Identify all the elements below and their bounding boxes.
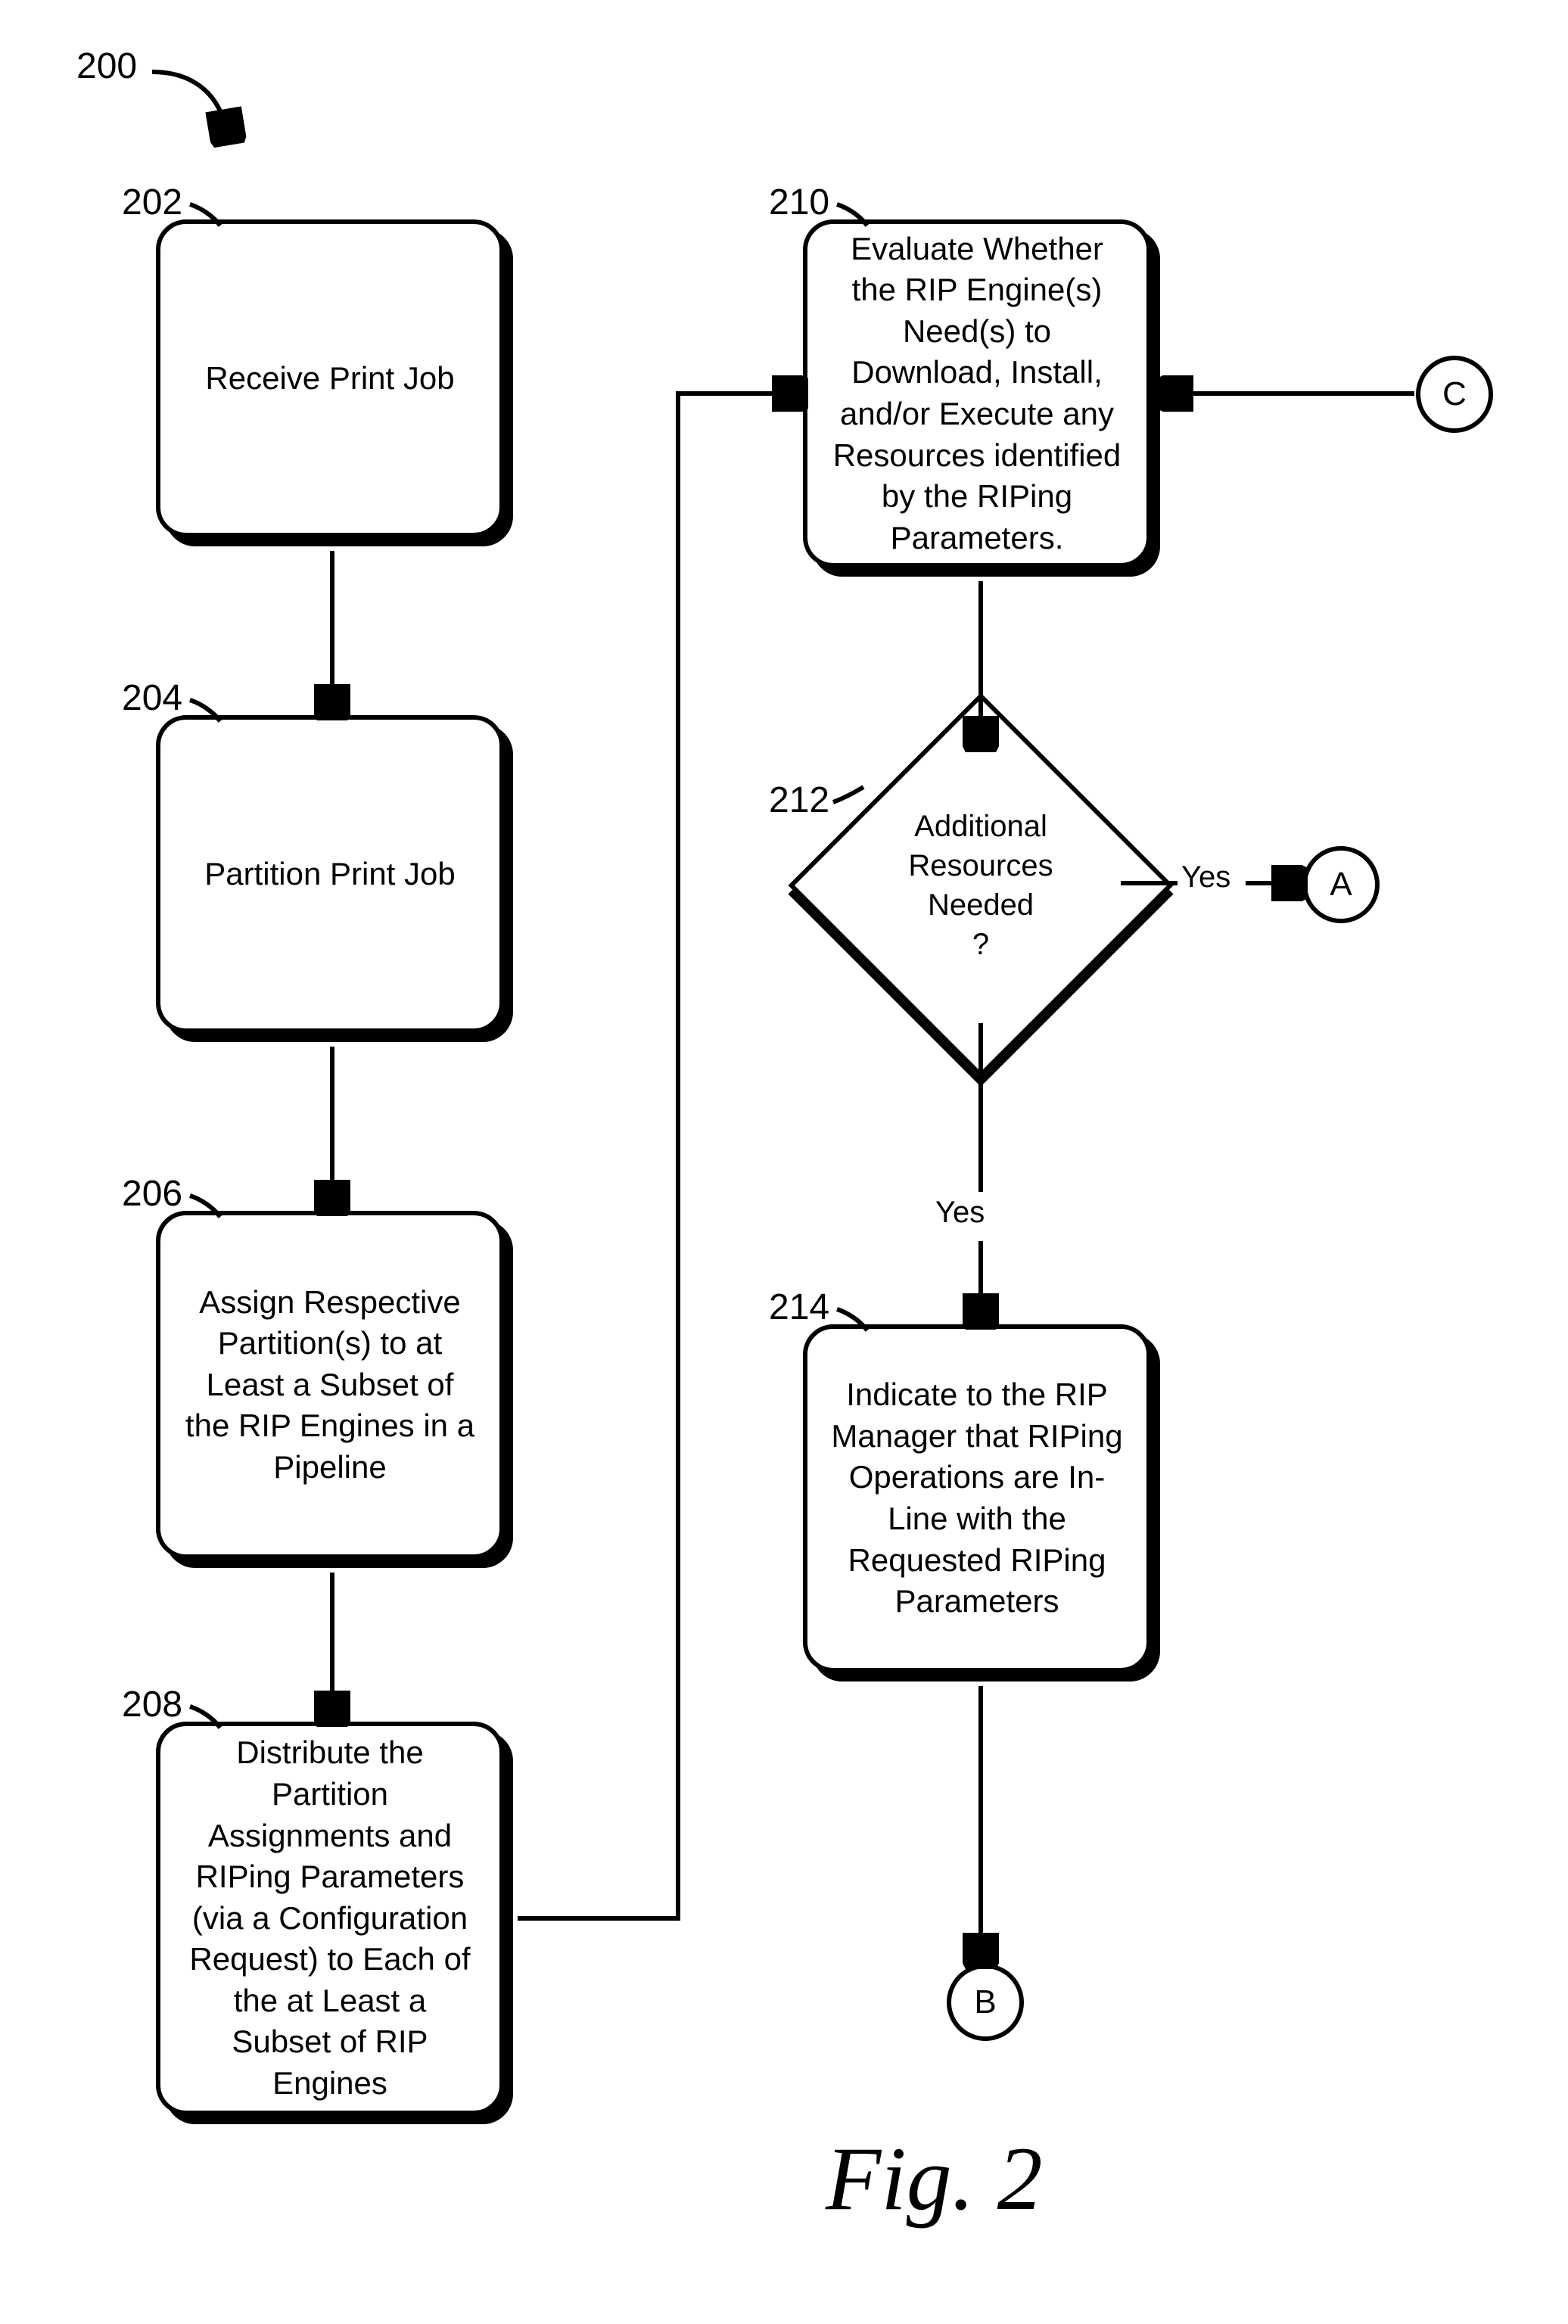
connector-label: B [974,1983,996,2021]
step-partition-print-job: Partition Print Job [156,715,504,1033]
ref-214: 214 [769,1286,829,1328]
edge-label-yes-down: Yes [935,1196,985,1230]
step-text: Partition Print Job [204,854,456,895]
connector-label: C [1442,375,1467,413]
ref-202: 202 [122,182,182,223]
flowchart-canvas: 200 202 Receive Print Job 204 Partition … [31,30,1537,2293]
ref-200: 200 [76,45,137,87]
step-assign-partitions: Assign Respective Partition(s) to at Lea… [156,1211,504,1559]
ref-206: 206 [122,1173,182,1215]
step-text: Assign Respective Partition(s) to at Lea… [182,1282,478,1489]
step-evaluate-resources: Evaluate Whether the RIP Engine(s) Need(… [803,219,1151,568]
step-indicate-rip-manager: Indicate to the RIP Manager that RIPing … [803,1324,1151,1672]
step-text: Receive Print Job [205,358,454,400]
figure-caption: Fig. 2 [826,2126,1043,2231]
ref-208: 208 [122,1684,182,1725]
connector-b: B [947,1964,1024,2041]
step-text: Distribute the Partition Assignments and… [182,1732,478,2104]
ref-204: 204 [122,677,182,719]
connector-c: C [1416,356,1493,433]
step-text: Evaluate Whether the RIP Engine(s) Need(… [829,229,1125,559]
edge-label-yes-right: Yes [1181,860,1230,894]
decision-additional-resources: Additional Resources Needed ? [845,749,1117,1022]
step-text: Indicate to the RIP Manager that RIPing … [829,1374,1125,1622]
connector-label: A [1330,866,1352,904]
ref-210: 210 [769,182,829,223]
ref-212: 212 [769,779,829,821]
connector-a: A [1302,846,1380,923]
step-receive-print-job: Receive Print Job [156,219,504,537]
step-distribute-assignments: Distribute the Partition Assignments and… [156,1722,504,2115]
decision-text: Additional Resources Needed ? [845,749,1117,1022]
